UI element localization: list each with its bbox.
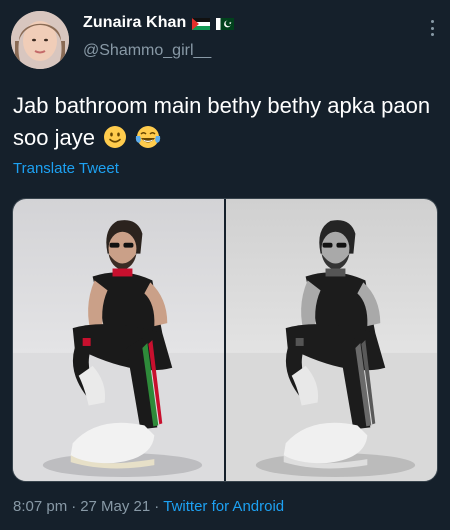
grayscale-photo[interactable] bbox=[226, 199, 437, 481]
tweet-body: Jab bathroom main bethy bethy apka paon … bbox=[13, 93, 431, 150]
color-photo[interactable] bbox=[13, 199, 224, 481]
palestine-flag-icon bbox=[192, 17, 211, 30]
tweet-time[interactable]: 8:07 pm bbox=[13, 498, 67, 515]
author-handle[interactable]: @Shammo_girl__ bbox=[83, 42, 211, 60]
meta-separator: · bbox=[154, 498, 160, 515]
tweet-source-link[interactable]: Twitter for Android bbox=[163, 498, 284, 515]
more-dot bbox=[430, 33, 434, 36]
more-options-icon[interactable] bbox=[428, 20, 436, 36]
media-grid bbox=[12, 198, 438, 482]
more-dot bbox=[430, 26, 434, 30]
meta-separator: · bbox=[71, 498, 77, 515]
pakistan-flag-icon bbox=[216, 17, 235, 30]
tweet-header: Zunaira Khan @Shammo_girl__ bbox=[0, 0, 450, 80]
translate-tweet-link[interactable]: Translate Tweet bbox=[13, 160, 119, 177]
tweet-meta: 8:07 pm · 27 May 21 · Twitter for Android bbox=[13, 498, 284, 515]
author-name-row: Zunaira Khan bbox=[83, 14, 235, 32]
tweet-text: Jab bathroom main bethy bethy apka paon … bbox=[13, 90, 433, 158]
tweet-date[interactable]: 27 May 21 bbox=[80, 498, 150, 515]
slightly-smiling-face-icon bbox=[103, 125, 127, 158]
more-dot bbox=[430, 20, 434, 23]
face-with-tears-of-joy-icon bbox=[135, 125, 161, 158]
avatar[interactable] bbox=[11, 11, 69, 69]
display-name[interactable]: Zunaira Khan bbox=[83, 14, 186, 32]
